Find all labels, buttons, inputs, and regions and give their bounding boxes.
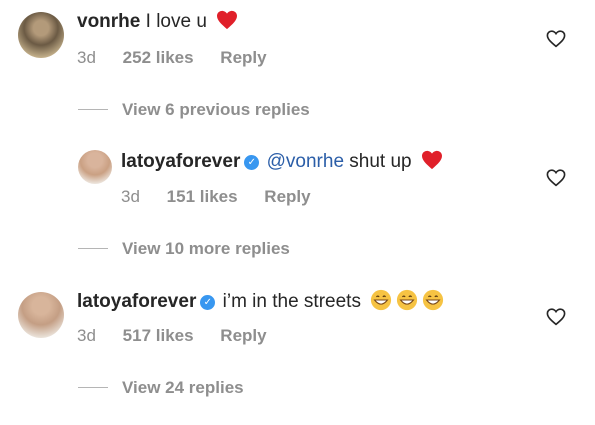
likes-count[interactable]: 517 likes: [123, 326, 194, 346]
comment-meta: 3d 252 likes Reply: [77, 48, 267, 68]
thread-divider: [78, 387, 108, 388]
view-more-replies[interactable]: View 10 more replies: [78, 239, 290, 259]
thread-divider: [78, 248, 108, 249]
heart-outline-icon[interactable]: [546, 308, 566, 326]
reply-button[interactable]: Reply: [264, 187, 310, 207]
likes-count[interactable]: 252 likes: [123, 48, 194, 68]
comment-username[interactable]: vonrhe: [77, 11, 140, 32]
view-previous-replies[interactable]: View 6 previous replies: [78, 100, 310, 120]
view-previous-label: View 6 previous replies: [122, 100, 310, 119]
grinning-face-emoji-icon: [371, 289, 392, 311]
comment-meta: 3d 151 likes Reply: [121, 187, 311, 207]
view-replies-label: View 24 replies: [122, 378, 244, 397]
reply-row: latoyaforever ✓ @vonrhe shut up: [121, 150, 443, 173]
avatar[interactable]: [78, 150, 112, 184]
comment-meta: 3d 517 likes Reply: [77, 326, 267, 346]
heart-outline-icon[interactable]: [546, 30, 566, 48]
comment-time: 3d: [77, 326, 96, 345]
mention-link[interactable]: @vonrhe: [267, 151, 344, 172]
comment-time: 3d: [77, 48, 96, 67]
thread-divider: [78, 109, 108, 110]
view-more-label: View 10 more replies: [122, 239, 290, 258]
comment-text: shut up: [349, 151, 412, 172]
comment-username[interactable]: latoyaforever: [121, 151, 240, 172]
comment-username[interactable]: latoyaforever: [77, 291, 196, 312]
avatar[interactable]: [18, 292, 64, 338]
comment-text: i’m in the streets: [222, 291, 361, 312]
heart-outline-icon[interactable]: [546, 169, 566, 187]
red-heart-emoji-icon: [421, 150, 442, 170]
view-replies[interactable]: View 24 replies: [78, 378, 244, 398]
reply-button[interactable]: Reply: [220, 48, 266, 68]
comment-row: latoyaforever ✓ i’m in the streets: [77, 289, 444, 313]
grinning-face-emoji-icon: [423, 289, 444, 311]
verified-badge-icon: ✓: [200, 295, 216, 310]
likes-count[interactable]: 151 likes: [167, 187, 238, 207]
comment-time: 3d: [121, 187, 140, 206]
verified-badge-icon: ✓: [244, 155, 260, 170]
comment-text: I love u: [145, 11, 207, 32]
grinning-face-emoji-icon: [397, 289, 418, 311]
avatar[interactable]: [18, 12, 64, 58]
red-heart-emoji-icon: [217, 10, 238, 30]
comments-panel: vonrhe I love u 3d 252 likes Reply View …: [0, 0, 595, 425]
reply-button[interactable]: Reply: [220, 326, 266, 346]
comment-row: vonrhe I love u: [77, 10, 238, 33]
